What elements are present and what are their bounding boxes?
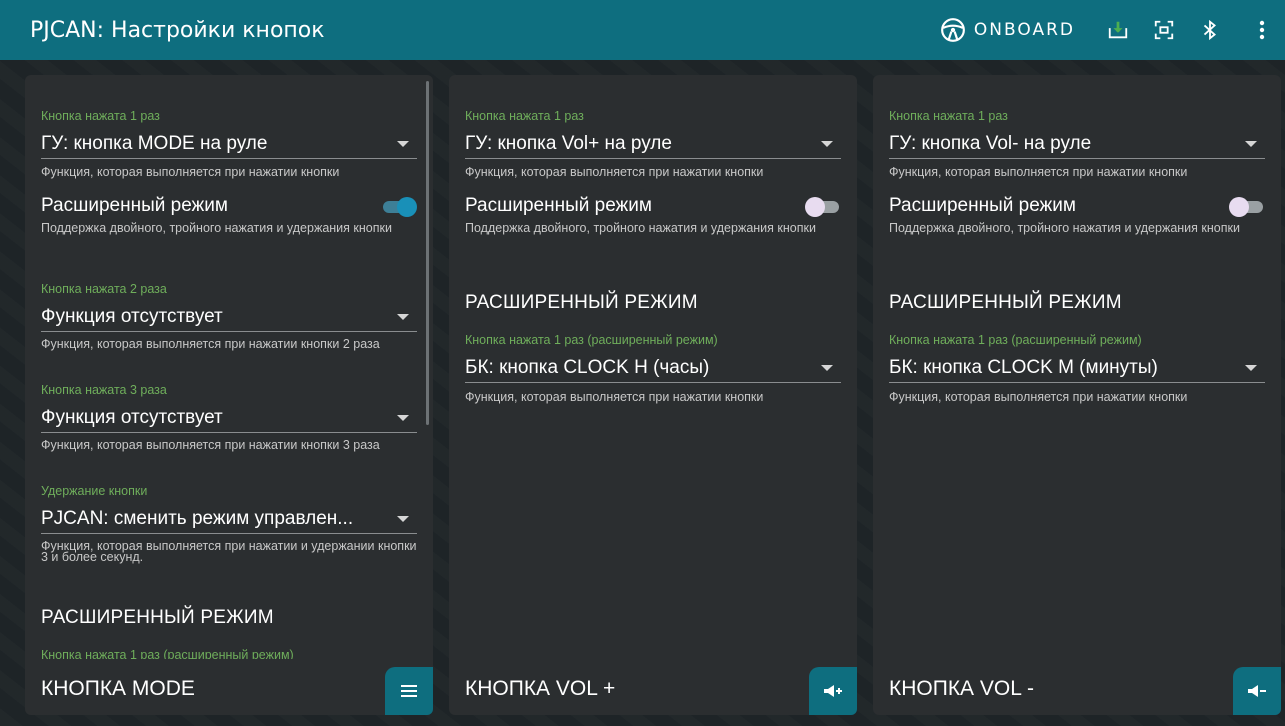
chevron-down-icon [397, 516, 409, 522]
field-label: Удержание кнопки [41, 484, 148, 498]
menu-button[interactable] [385, 667, 433, 715]
switch-label: Расширенный режим [889, 195, 1076, 216]
select-value: ГУ: кнопка MODE на руле [41, 132, 268, 154]
card-title: КНОПКА VOL - [889, 677, 1034, 700]
field-label: Кнопка нажата 1 раз (расширенный режим) [465, 333, 718, 347]
onboard-label: ONBOARD [973, 20, 1075, 40]
card-footer: КНОПКА MODE [25, 667, 433, 715]
field-label: Кнопка нажата 1 раз [465, 109, 584, 123]
switch-thumb [397, 197, 417, 217]
select-ext-press1[interactable]: БК: кнопка CLOCK M (минуты) [889, 353, 1265, 383]
field-label: Кнопка нажата 1 раз [41, 109, 160, 123]
chevron-down-icon [821, 365, 833, 371]
select-value: ГУ: кнопка Vol- на руле [889, 132, 1092, 154]
helper-text: Поддержка двойного, тройного нажатия и у… [889, 221, 1240, 235]
helper-text: Функция, которая выполняется при нажатии… [889, 390, 1188, 404]
card-footer: КНОПКА VOL - [873, 667, 1281, 715]
card-mode: Кнопка нажата 1 раз ГУ: кнопка MODE на р… [25, 75, 433, 715]
extended-mode-toggle[interactable] [381, 197, 417, 217]
download-button[interactable] [1107, 18, 1129, 42]
volume-up-button[interactable] [809, 667, 857, 715]
helper-text: Поддержка двойного, тройного нажатия и у… [465, 221, 816, 235]
card-vol-minus-body[interactable]: Кнопка нажата 1 раз ГУ: кнопка Vol- на р… [889, 75, 1265, 659]
more-button[interactable] [1251, 18, 1273, 42]
extended-mode-row[interactable]: Расширенный режим [41, 193, 417, 219]
switch-label: Расширенный режим [465, 195, 652, 216]
field-label: Кнопка нажата 1 раз (расширенный режим) [41, 648, 294, 659]
select-value: БК: кнопка CLOCK M (минуты) [889, 356, 1158, 378]
menu-icon [401, 685, 417, 697]
section-header: РАСШИРЕННЫЙ РЕЖИМ [465, 292, 698, 313]
card-vol-plus-body[interactable]: Кнопка нажата 1 раз ГУ: кнопка Vol+ на р… [465, 75, 841, 659]
app-bar-actions: ONBOARD [940, 0, 1285, 60]
app-bar: PJCAN: Настройки кнопок ONBOARD [0, 0, 1285, 60]
fullscreen-icon [1154, 20, 1174, 40]
field-label: Кнопка нажата 1 раз [889, 109, 1008, 123]
volume-up-icon [824, 685, 842, 697]
extended-mode-row[interactable]: Расширенный режим [889, 193, 1265, 219]
card-title: КНОПКА MODE [41, 677, 195, 700]
more-vertical-icon [1259, 20, 1265, 40]
chevron-down-icon [397, 141, 409, 147]
switch-label: Расширенный режим [41, 195, 228, 216]
switch-thumb [1229, 197, 1249, 217]
chevron-down-icon [1245, 365, 1257, 371]
scrollbar[interactable] [426, 81, 429, 425]
helper-text: Функция, которая выполняется при нажатии… [465, 390, 764, 404]
helper-text: Функция, которая выполняется при нажатии… [41, 539, 417, 564]
helper-text: Функция, которая выполняется при нажатии… [889, 165, 1188, 179]
select-value: ГУ: кнопка Vol+ на руле [465, 132, 672, 154]
select-press1[interactable]: ГУ: кнопка Vol+ на руле [465, 129, 841, 159]
card-vol-minus: Кнопка нажата 1 раз ГУ: кнопка Vol- на р… [873, 75, 1281, 715]
onboard-button[interactable]: ONBOARD [940, 17, 1075, 43]
card-vol-plus: Кнопка нажата 1 раз ГУ: кнопка Vol+ на р… [449, 75, 857, 715]
select-value: Функция отсутствует [41, 406, 223, 428]
extended-mode-toggle[interactable] [805, 197, 841, 217]
select-hold[interactable]: PJCAN: сменить режим управлен... [41, 504, 417, 534]
select-value: Функция отсутствует [41, 305, 223, 327]
extended-mode-toggle[interactable] [1229, 197, 1265, 217]
select-press2[interactable]: Функция отсутствует [41, 302, 417, 332]
field-label: Кнопка нажата 1 раз (расширенный режим) [889, 333, 1142, 347]
section-header: РАСШИРЕННЫЙ РЕЖИМ [889, 292, 1122, 313]
chevron-down-icon [821, 141, 833, 147]
card-footer: КНОПКА VOL + [449, 667, 857, 715]
select-ext-press1[interactable]: БК: кнопка CLOCK H (часы) [465, 353, 841, 383]
helper-text: Поддержка двойного, тройного нажатия и у… [41, 221, 392, 235]
helper-text: Функция, которая выполняется при нажатии… [41, 165, 340, 179]
steering-wheel-icon [941, 18, 965, 42]
select-press1[interactable]: ГУ: кнопка Vol- на руле [889, 129, 1265, 159]
download-icon [1108, 21, 1128, 39]
volume-down-icon [1248, 685, 1266, 697]
chevron-down-icon [397, 415, 409, 421]
bluetooth-button[interactable] [1199, 18, 1221, 42]
helper-text: Функция, которая выполняется при нажатии… [41, 337, 380, 351]
page-title: PJCAN: Настройки кнопок [30, 17, 325, 43]
card-mode-body[interactable]: Кнопка нажата 1 раз ГУ: кнопка MODE на р… [41, 75, 417, 659]
field-label: Кнопка нажата 2 раза [41, 282, 167, 296]
select-press3[interactable]: Функция отсутствует [41, 403, 417, 433]
section-header: РАСШИРЕННЫЙ РЕЖИМ [41, 607, 274, 628]
helper-text: Функция, которая выполняется при нажатии… [41, 438, 380, 452]
main-content: Кнопка нажата 1 раз ГУ: кнопка MODE на р… [0, 60, 1285, 726]
select-press1[interactable]: ГУ: кнопка MODE на руле [41, 129, 417, 159]
field-label: Кнопка нажата 3 раза [41, 383, 167, 397]
card-title: КНОПКА VOL + [465, 677, 616, 700]
helper-text: Функция, которая выполняется при нажатии… [465, 165, 764, 179]
volume-down-button[interactable] [1233, 667, 1281, 715]
switch-thumb [805, 197, 825, 217]
select-value: PJCAN: сменить режим управлен... [41, 507, 354, 529]
fullscreen-button[interactable] [1153, 18, 1175, 42]
chevron-down-icon [1245, 141, 1257, 147]
chevron-down-icon [397, 314, 409, 320]
select-value: БК: кнопка CLOCK H (часы) [465, 356, 710, 378]
extended-mode-row[interactable]: Расширенный режим [465, 193, 841, 219]
bluetooth-icon [1203, 19, 1216, 41]
